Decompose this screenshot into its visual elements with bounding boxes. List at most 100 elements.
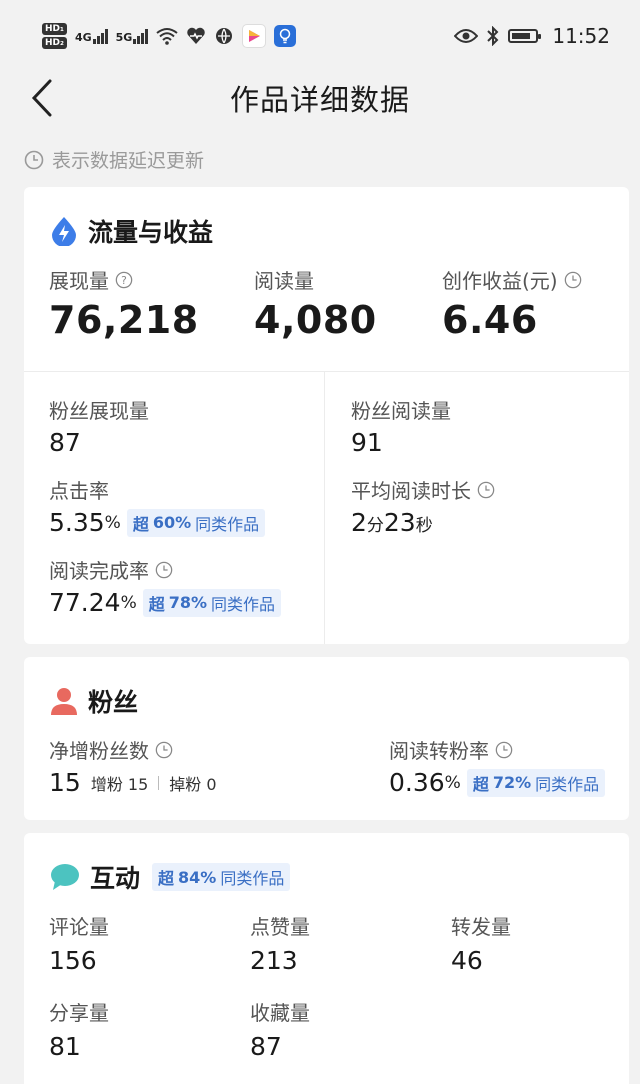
conv-label-row: 阅读转粉率 xyxy=(389,735,605,764)
nav-header: 作品详细数据 xyxy=(0,72,640,124)
badge-pct: 78% xyxy=(168,593,208,612)
net-fans-value-row: 15 增粉 15 掉粉 0 xyxy=(49,768,217,797)
wifi-icon xyxy=(156,28,178,45)
signal-bars-icon xyxy=(133,28,149,44)
reads-metric[interactable]: 阅读量 4,080 xyxy=(254,265,377,342)
ctr-unit: % xyxy=(104,512,121,533)
clock-time: 11:52 xyxy=(552,24,610,48)
gain-label: 增粉 xyxy=(90,774,123,794)
reposts-label: 转发量 xyxy=(451,915,511,939)
avg-time-sec-unit: 秒 xyxy=(415,516,433,536)
status-bar: HD₁ HD₂ 4G 5G 11:52 xyxy=(0,0,640,72)
chat-bubble-icon xyxy=(51,864,79,890)
ctr-label: 点击率 xyxy=(49,479,109,503)
conv-value: 0.36 xyxy=(389,768,445,797)
lightning-drop-icon xyxy=(52,217,76,246)
fan-gain: 增粉 15 xyxy=(91,771,148,795)
badge-prefix: 超 xyxy=(132,514,149,534)
earnings-label: 创作收益(元) xyxy=(442,269,558,293)
likes-label: 点赞量 xyxy=(250,915,310,939)
signal-5g: 5G xyxy=(116,28,149,44)
comments-value: 156 xyxy=(49,946,97,975)
earnings-metric[interactable]: 创作收益(元) 6.46 xyxy=(442,265,582,342)
traffic-card-title: 流量与收益 xyxy=(50,213,213,249)
net-fans-metric[interactable]: 净增粉丝数 15 增粉 15 掉粉 0 xyxy=(49,735,217,797)
conv-badge: 超 72% 同类作品 xyxy=(466,768,606,797)
reposts-metric[interactable]: 转发量 46 xyxy=(451,911,511,975)
hd2-badge: HD₂ xyxy=(42,37,67,49)
badge-pct: 72% xyxy=(492,773,532,792)
vertical-divider xyxy=(324,371,325,644)
badge-prefix: 超 xyxy=(158,869,175,888)
shares-metric[interactable]: 分享量 81 xyxy=(49,997,109,1061)
avg-read-time-metric[interactable]: 平均阅读时长 2分23秒 xyxy=(351,475,495,537)
loss-label: 掉粉 xyxy=(169,774,202,794)
battery-icon xyxy=(508,29,542,43)
interaction-title-text: 互动 xyxy=(90,864,141,893)
interaction-card: 互动 超 84% 同类作品 评论量 156 点赞量 213 转发量 46 分享量… xyxy=(24,833,629,1084)
health-icon xyxy=(187,27,206,44)
ctr-value-row: 5.35% 超 60% 同类作品 xyxy=(49,508,266,537)
vpn-icon xyxy=(216,28,233,44)
clock-icon xyxy=(155,741,173,758)
chevron-left-icon xyxy=(31,79,52,117)
fan-impressions-label: 粉丝展现量 xyxy=(49,399,149,423)
ctr-badge: 超 60% 同类作品 xyxy=(126,508,266,537)
fan-reads-metric[interactable]: 粉丝阅读量 91 xyxy=(351,395,451,457)
back-button[interactable] xyxy=(20,76,64,120)
traffic-title-text: 流量与收益 xyxy=(88,218,214,247)
favorites-value: 87 xyxy=(250,1032,282,1061)
traffic-card: 流量与收益 展现量 ? 76,218 阅读量 4,080 创作收益(元) 6.4… xyxy=(24,187,629,644)
fans-title-text: 粉丝 xyxy=(88,688,139,717)
favorites-label: 收藏量 xyxy=(250,1001,310,1025)
reposts-value: 46 xyxy=(451,946,483,975)
network-4g-label: 4G xyxy=(74,31,92,44)
badge-suffix: 同类作品 xyxy=(211,594,276,614)
clock-icon xyxy=(495,741,513,758)
avg-time-label: 平均阅读时长 xyxy=(351,479,471,503)
interaction-card-title: 互动 超 84% 同类作品 xyxy=(50,859,291,895)
gain-value: 15 xyxy=(127,774,149,794)
shares-label: 分享量 xyxy=(49,1001,109,1025)
eye-icon xyxy=(454,29,479,43)
conv-value-row: 0.36% 超 72% 同类作品 xyxy=(389,768,606,797)
clock-icon xyxy=(477,481,495,498)
completion-unit: % xyxy=(120,592,137,613)
conv-unit: % xyxy=(444,772,461,793)
avg-time-sec: 23 xyxy=(383,508,416,537)
fan-reads-label: 粉丝阅读量 xyxy=(351,399,451,423)
clock-icon xyxy=(155,561,173,578)
ctr-metric[interactable]: 点击率 5.35% 超 60% 同类作品 xyxy=(49,475,266,537)
likes-metric[interactable]: 点赞量 213 xyxy=(250,911,310,975)
bluetooth-icon xyxy=(487,26,499,46)
bulb-app-icon xyxy=(274,25,297,47)
favorites-metric[interactable]: 收藏量 87 xyxy=(250,997,310,1061)
likes-value: 213 xyxy=(250,946,298,975)
fan-impressions-metric[interactable]: 粉丝展现量 87 xyxy=(49,395,149,457)
impressions-label: 展现量 xyxy=(49,269,109,293)
clock-icon xyxy=(564,271,581,288)
badge-prefix: 超 xyxy=(148,594,165,614)
delay-note-text: 表示数据延迟更新 xyxy=(52,150,205,172)
shares-value: 81 xyxy=(49,1032,81,1061)
completion-metric[interactable]: 阅读完成率 77.24% 超 78% 同类作品 xyxy=(49,555,282,617)
comments-metric[interactable]: 评论量 156 xyxy=(49,911,109,975)
completion-value: 77.24 xyxy=(49,588,121,617)
badge-pct: 84% xyxy=(178,867,217,887)
avg-time-min: 2 xyxy=(351,508,367,537)
conv-label: 阅读转粉率 xyxy=(389,739,489,763)
page-title: 作品详细数据 xyxy=(229,83,410,117)
fans-card: 粉丝 净增粉丝数 15 增粉 15 掉粉 0 阅读转粉率 0.36% 超 72%… xyxy=(24,657,629,820)
earnings-label-row: 创作收益(元) xyxy=(442,265,582,294)
net-fans-label-row: 净增粉丝数 xyxy=(49,735,217,764)
avg-time-value-row: 2分23秒 xyxy=(351,508,495,537)
fan-loss: 掉粉 0 xyxy=(169,771,216,795)
read-to-fan-metric[interactable]: 阅读转粉率 0.36% 超 72% 同类作品 xyxy=(389,735,606,797)
badge-pct: 60% xyxy=(152,513,192,532)
completion-label-row: 阅读完成率 xyxy=(49,555,281,584)
ctr-value: 5.35 xyxy=(49,508,105,537)
help-icon[interactable]: ? xyxy=(115,271,133,289)
loss-value: 0 xyxy=(206,774,217,794)
impressions-metric[interactable]: 展现量 ? 76,218 xyxy=(49,265,199,342)
impressions-value: 76,218 xyxy=(49,298,199,342)
